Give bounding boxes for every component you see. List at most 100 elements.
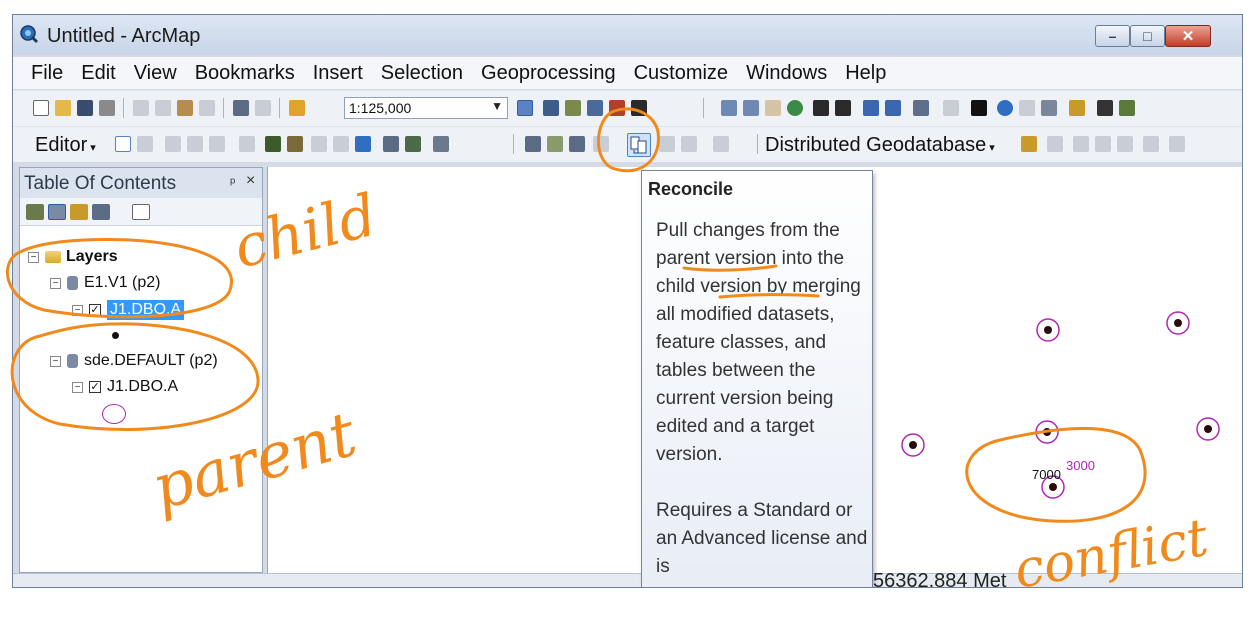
list-by-visibility-icon[interactable] xyxy=(70,204,88,220)
python-window-icon[interactable] xyxy=(631,100,647,116)
map-scale-combo[interactable]: 1:125,000 ▼ xyxy=(344,97,508,119)
create-replica-icon[interactable] xyxy=(1021,136,1037,152)
open-folder-icon[interactable] xyxy=(55,100,71,116)
trace-icon[interactable] xyxy=(209,136,225,152)
list-by-selection-icon[interactable] xyxy=(92,204,110,220)
reconcile-button[interactable] xyxy=(627,133,651,157)
map-point[interactable] xyxy=(1196,417,1220,441)
copy-icon[interactable] xyxy=(155,100,171,116)
tree-item-sde-default[interactable]: − sde.DEFAULT (p2) xyxy=(50,352,218,370)
measure-icon[interactable] xyxy=(1069,100,1085,116)
menu-customize[interactable]: Customize xyxy=(634,62,728,85)
editor-toolbar-icon[interactable] xyxy=(517,100,533,116)
edit-vertices-icon[interactable] xyxy=(265,136,281,152)
synchronize-changes-icon[interactable] xyxy=(1047,136,1063,152)
catalog-icon[interactable] xyxy=(565,100,581,116)
point-icon[interactable] xyxy=(239,136,255,152)
map-point[interactable] xyxy=(1035,420,1059,444)
select-elements-icon[interactable] xyxy=(971,100,987,116)
map-point[interactable] xyxy=(1036,318,1060,342)
edit-annotation-tool-icon[interactable] xyxy=(137,136,153,152)
menu-insert[interactable]: Insert xyxy=(313,62,363,85)
tree-item-j1-dbo-a-parent[interactable]: − ✓ J1.DBO.A xyxy=(72,378,178,396)
split-tool-icon[interactable] xyxy=(333,136,349,152)
collapse-icon[interactable]: − xyxy=(72,304,83,316)
save-icon[interactable] xyxy=(77,100,93,116)
end-point-arc-icon[interactable] xyxy=(187,136,203,152)
identify-icon[interactable] xyxy=(997,100,1013,116)
layer-visibility-checkbox[interactable]: ✓ xyxy=(89,304,101,316)
fixed-zoom-out-icon[interactable] xyxy=(835,100,851,116)
rotate-tool-icon[interactable] xyxy=(355,136,371,152)
undo-icon[interactable] xyxy=(233,100,249,116)
menu-file[interactable]: File xyxy=(31,62,63,85)
print-icon[interactable] xyxy=(99,100,115,116)
change-version-icon[interactable] xyxy=(569,136,585,152)
select-features-icon[interactable] xyxy=(913,100,929,116)
clear-selection-icon[interactable] xyxy=(943,100,959,116)
fixed-zoom-in-icon[interactable] xyxy=(813,100,829,116)
cut-polygons-icon[interactable] xyxy=(311,136,327,152)
menu-view[interactable]: View xyxy=(134,62,177,85)
find-route-icon[interactable] xyxy=(1119,100,1135,116)
attributes-icon[interactable] xyxy=(383,136,399,152)
refresh-version-icon[interactable] xyxy=(593,136,609,152)
extract-data-icon[interactable] xyxy=(1169,136,1185,152)
chevron-down-icon[interactable]: ▼ xyxy=(491,99,503,113)
forward-extent-icon[interactable] xyxy=(885,100,901,116)
collapse-icon[interactable]: − xyxy=(28,251,39,263)
list-by-drawing-order-icon[interactable] xyxy=(26,204,44,220)
hyperlink-icon[interactable] xyxy=(1019,100,1035,116)
menu-help[interactable]: Help xyxy=(845,62,886,85)
cut-icon[interactable] xyxy=(133,100,149,116)
conflicts-icon[interactable] xyxy=(681,136,697,152)
new-document-icon[interactable] xyxy=(33,100,49,116)
full-extent-icon[interactable] xyxy=(787,100,803,116)
layer-visibility-checkbox[interactable]: ✓ xyxy=(89,381,101,393)
maximize-button[interactable]: □ xyxy=(1130,25,1165,47)
map-point[interactable] xyxy=(901,433,925,457)
editor-menu-button[interactable]: Editor ▾ xyxy=(35,134,96,157)
collapse-icon[interactable]: − xyxy=(72,381,83,393)
tree-item-j1-dbo-a-child[interactable]: − ✓ J1.DBO.A xyxy=(72,300,185,320)
map-point[interactable] xyxy=(1166,311,1190,335)
arctoolbox-icon[interactable] xyxy=(609,100,625,116)
menu-bookmarks[interactable]: Bookmarks xyxy=(195,62,295,85)
tree-item-e1-v1[interactable]: − E1.V1 (p2) xyxy=(50,274,160,292)
sketch-properties-icon[interactable] xyxy=(405,136,421,152)
menu-edit[interactable]: Edit xyxy=(81,62,115,85)
import-changes-icon[interactable] xyxy=(1095,136,1111,152)
list-by-source-icon[interactable] xyxy=(48,204,66,220)
export-changes-icon[interactable] xyxy=(1073,136,1089,152)
pin-icon[interactable]: ᵖ xyxy=(230,174,235,190)
html-popup-icon[interactable] xyxy=(1041,100,1057,116)
version-changes-icon[interactable] xyxy=(713,136,729,152)
minimize-button[interactable]: – xyxy=(1095,25,1130,47)
search-window-icon[interactable] xyxy=(587,100,603,116)
distributed-geodatabase-menu[interactable]: Distributed Geodatabase ▾ xyxy=(765,134,995,157)
back-extent-icon[interactable] xyxy=(863,100,879,116)
collapse-icon[interactable]: − xyxy=(50,355,61,367)
redo-icon[interactable] xyxy=(255,100,271,116)
pan-icon[interactable] xyxy=(765,100,781,116)
reshape-feature-icon[interactable] xyxy=(287,136,303,152)
delete-icon[interactable] xyxy=(199,100,215,116)
add-data-icon[interactable] xyxy=(289,100,305,116)
options-icon[interactable] xyxy=(132,204,150,220)
zoom-in-icon[interactable] xyxy=(721,100,737,116)
post-icon[interactable] xyxy=(659,136,675,152)
tree-root-layers[interactable]: − Layers xyxy=(28,248,118,266)
compare-replica-icon[interactable] xyxy=(1143,136,1159,152)
find-icon[interactable] xyxy=(1097,100,1113,116)
menu-selection[interactable]: Selection xyxy=(381,62,463,85)
zoom-out-icon[interactable] xyxy=(743,100,759,116)
straight-segment-icon[interactable] xyxy=(165,136,181,152)
menu-geoprocessing[interactable]: Geoprocessing xyxy=(481,62,616,85)
close-button[interactable]: ✕ xyxy=(1165,25,1211,47)
menu-windows[interactable]: Windows xyxy=(746,62,827,85)
versioning-manager-icon[interactable] xyxy=(525,136,541,152)
table-of-contents-icon[interactable] xyxy=(543,100,559,116)
edit-tool-icon[interactable] xyxy=(115,136,131,152)
close-icon[interactable]: × xyxy=(246,172,255,190)
create-version-icon[interactable] xyxy=(547,136,563,152)
